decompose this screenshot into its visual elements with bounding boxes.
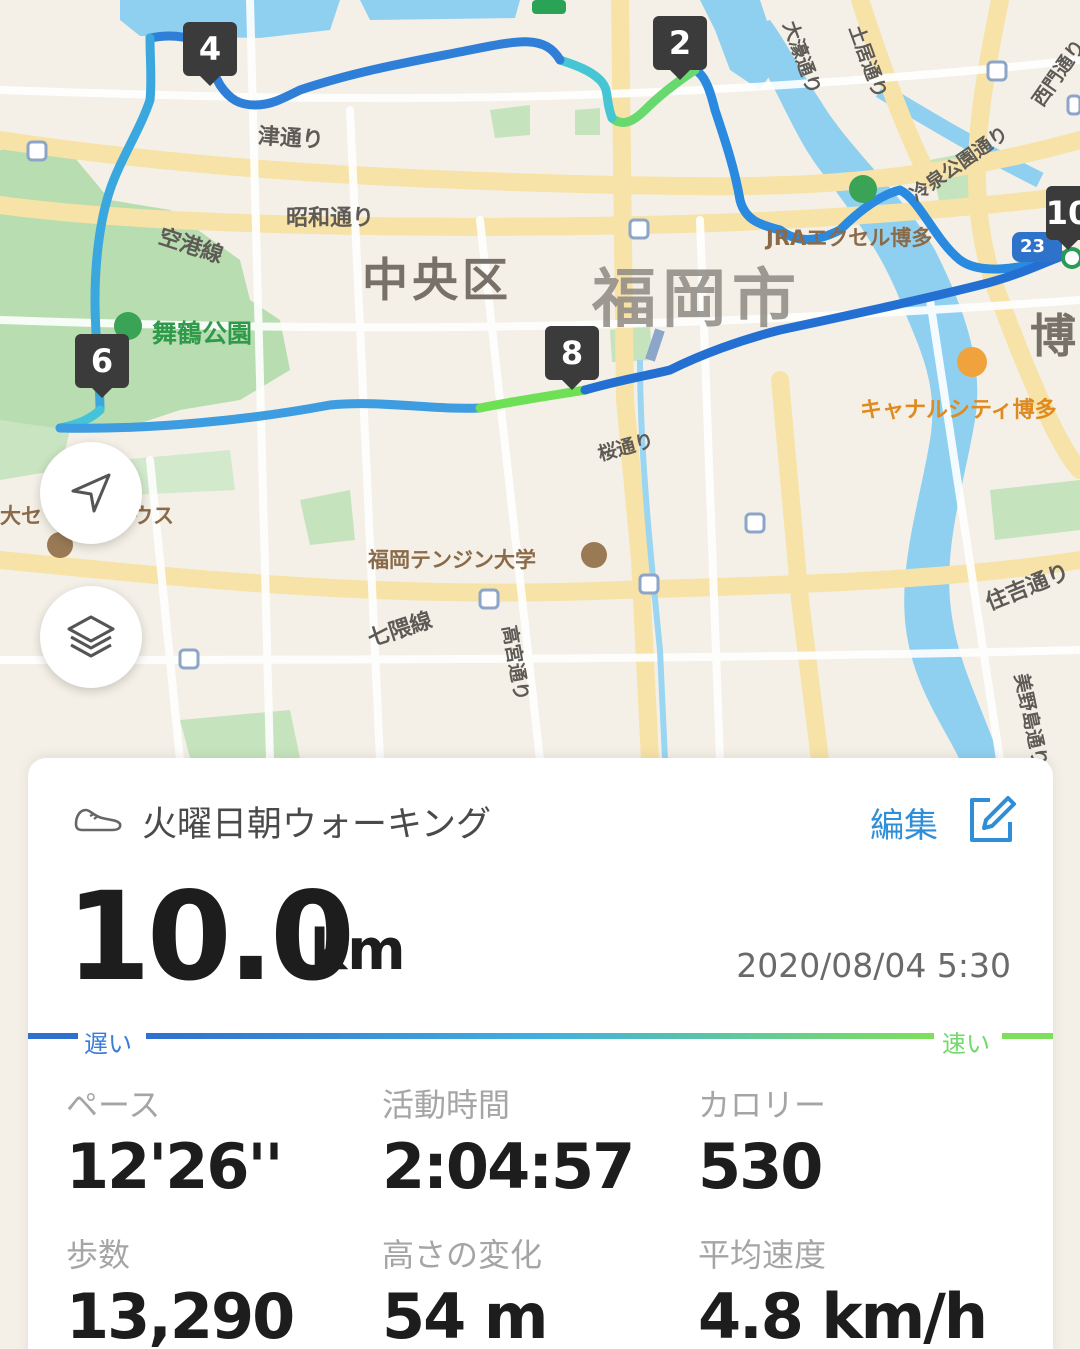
poi-jra-excel[interactable]: JRAエクセル博多 xyxy=(766,222,932,252)
legend-slow-label: 遅い xyxy=(84,1030,132,1058)
poi-maizuru-park[interactable]: 舞鶴公園 xyxy=(152,314,252,350)
stat-label: 高さの変化 xyxy=(382,1236,543,1274)
city-label: 福岡市 xyxy=(592,263,802,337)
stat-label: 活動時間 xyxy=(382,1086,511,1124)
activity-summary-card: 火曜日朝ウォーキング 編集 10.0 km 2020/08/04 5:30 遅い… xyxy=(28,758,1053,1349)
legend-fast-label: 速い xyxy=(942,1030,990,1058)
stat-avg-speed: 平均速度 4.8 km/h xyxy=(698,1230,988,1349)
stat-pace: ペース 12'26'' xyxy=(66,1080,284,1203)
stat-calories: カロリー 530 xyxy=(698,1080,826,1203)
stat-value: 530 xyxy=(698,1130,823,1203)
activity-datetime: 2020/08/04 5:30 xyxy=(736,946,1011,985)
locate-button[interactable] xyxy=(40,442,142,544)
poi-west-partial: 大セ xyxy=(0,504,42,528)
stat-label: 平均速度 xyxy=(698,1236,827,1274)
km-marker-8[interactable]: 8 xyxy=(545,326,599,390)
edit-icon[interactable] xyxy=(964,794,1018,848)
stat-label: 歩数 xyxy=(66,1236,131,1274)
legend-slow-swatch xyxy=(28,1033,78,1039)
legend-gradient xyxy=(146,1033,934,1039)
edit-button[interactable]: 編集 xyxy=(870,798,938,847)
layers-icon xyxy=(67,615,115,658)
distance-unit: km xyxy=(310,918,406,983)
pace-legend: 遅い 速い xyxy=(28,1024,1053,1058)
stat-label: ペース xyxy=(66,1086,161,1124)
stat-active-time: 活動時間 2:04:57 xyxy=(382,1080,635,1203)
shoe-icon xyxy=(74,808,122,832)
km-marker-4[interactable]: 4 xyxy=(183,22,237,86)
stat-value: 13,290 xyxy=(66,1280,295,1349)
stat-value: 54 m xyxy=(382,1280,548,1349)
activity-title: 火曜日朝ウォーキング xyxy=(142,805,491,845)
km-marker-6[interactable]: 6 xyxy=(75,334,129,398)
stat-steps: 歩数 13,290 xyxy=(66,1230,295,1349)
poi-tenjin-university[interactable]: 福岡テンジン大学 xyxy=(368,544,536,574)
navigation-arrow-icon xyxy=(71,473,111,513)
poi-hakata-partial: 博 xyxy=(1030,309,1080,363)
stat-value: 12'26'' xyxy=(66,1130,284,1203)
stat-value: 2:04:57 xyxy=(382,1130,635,1203)
legend-fast-swatch xyxy=(1002,1033,1053,1039)
road-label-showa: 昭和通り xyxy=(286,206,375,231)
layers-button[interactable] xyxy=(40,586,142,688)
km-marker-10[interactable]: 10 xyxy=(1046,186,1080,250)
distance-value: 10.0 xyxy=(66,866,355,1008)
district-label: 中央区 xyxy=(362,253,512,307)
road-label-tsu: 津通り xyxy=(256,124,325,154)
poi-canal-city[interactable]: キャナルシティ博多 xyxy=(860,392,1057,424)
km-marker-2[interactable]: 2 xyxy=(653,16,707,80)
route-number-badge: 23 xyxy=(1020,236,1046,257)
stat-value: 4.8 km/h xyxy=(698,1280,988,1349)
stat-elevation: 高さの変化 54 m xyxy=(382,1230,548,1349)
stat-label: カロリー xyxy=(698,1086,827,1124)
